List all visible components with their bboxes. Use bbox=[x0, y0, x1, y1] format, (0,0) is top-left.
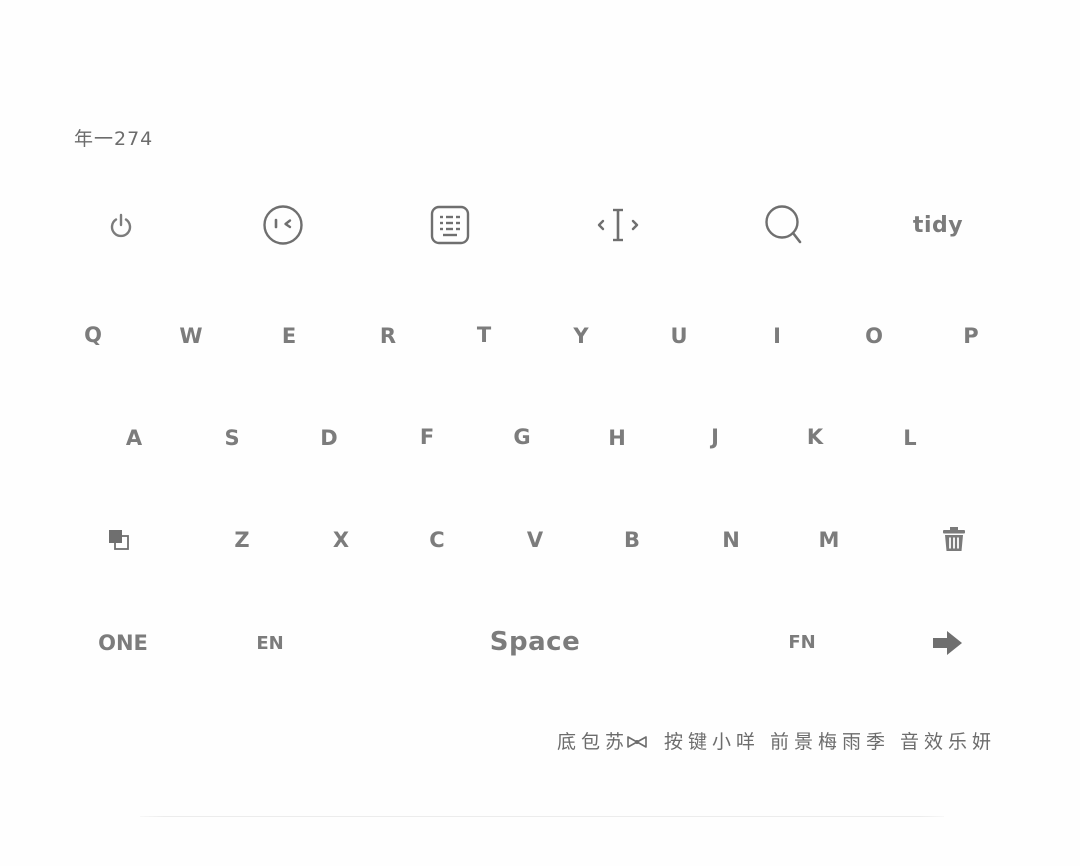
key-v[interactable]: V bbox=[505, 515, 565, 565]
credit-sound: 音效乐妍 bbox=[899, 731, 996, 753]
key-z[interactable]: Z bbox=[212, 515, 272, 565]
power-button[interactable] bbox=[91, 195, 151, 255]
key-r[interactable]: R bbox=[358, 311, 418, 361]
key-q[interactable]: Q bbox=[63, 310, 123, 360]
tidy-button[interactable]: tidy bbox=[898, 200, 978, 250]
key-h[interactable]: H bbox=[587, 413, 647, 463]
one-key[interactable]: ONE bbox=[68, 618, 178, 668]
theme-label: 年一274 bbox=[74, 128, 154, 150]
cursor-move-button[interactable] bbox=[588, 195, 648, 255]
key-i[interactable]: I bbox=[747, 311, 807, 361]
emoji-button[interactable] bbox=[253, 195, 313, 255]
key-u[interactable]: U bbox=[649, 311, 709, 361]
enter-button[interactable] bbox=[918, 618, 978, 668]
key-l[interactable]: L bbox=[880, 413, 940, 463]
key-m[interactable]: M bbox=[799, 515, 859, 565]
arrow-right-icon bbox=[933, 631, 962, 655]
key-t[interactable]: T bbox=[454, 310, 514, 360]
search-icon bbox=[765, 205, 802, 244]
cursor-move-icon bbox=[597, 208, 639, 242]
copy-icon bbox=[109, 530, 129, 550]
key-s[interactable]: S bbox=[202, 413, 262, 463]
key-o[interactable]: O bbox=[844, 311, 904, 361]
key-p[interactable]: P bbox=[941, 311, 1001, 361]
key-g[interactable]: G bbox=[492, 412, 552, 462]
bow-icon bbox=[627, 736, 647, 748]
key-b[interactable]: B bbox=[602, 515, 662, 565]
key-k[interactable]: K bbox=[785, 412, 845, 462]
key-a[interactable]: A bbox=[104, 413, 164, 463]
search-button[interactable] bbox=[755, 195, 815, 255]
bottom-divider bbox=[140, 816, 944, 817]
key-d[interactable]: D bbox=[299, 413, 359, 463]
credit-foreground: 前景梅雨季 bbox=[769, 731, 890, 753]
language-en-key[interactable]: EN bbox=[240, 618, 300, 668]
trash-icon bbox=[943, 527, 965, 551]
delete-button[interactable] bbox=[924, 514, 984, 564]
credit-base: 底包苏 bbox=[556, 731, 629, 753]
key-n[interactable]: N bbox=[701, 515, 761, 565]
key-x[interactable]: X bbox=[311, 515, 371, 565]
keyboard-icon bbox=[430, 205, 470, 245]
key-f[interactable]: F bbox=[397, 412, 457, 462]
credit-keys: 按键小咩 bbox=[663, 731, 760, 753]
space-key[interactable]: Space bbox=[455, 617, 615, 667]
keyboard-toggle-button[interactable] bbox=[420, 195, 480, 255]
credits-line: 底包苏 按键小咩 前景梅雨季 音效乐妍 bbox=[557, 727, 996, 754]
fn-key[interactable]: FN bbox=[772, 617, 832, 667]
copy-button[interactable] bbox=[89, 515, 149, 565]
key-y[interactable]: Y bbox=[551, 311, 611, 361]
power-icon bbox=[110, 213, 132, 238]
key-w[interactable]: W bbox=[161, 311, 221, 361]
key-e[interactable]: E bbox=[259, 311, 319, 361]
emoji-face-icon bbox=[263, 205, 303, 245]
key-j[interactable]: J bbox=[685, 412, 745, 462]
key-c[interactable]: C bbox=[407, 515, 467, 565]
